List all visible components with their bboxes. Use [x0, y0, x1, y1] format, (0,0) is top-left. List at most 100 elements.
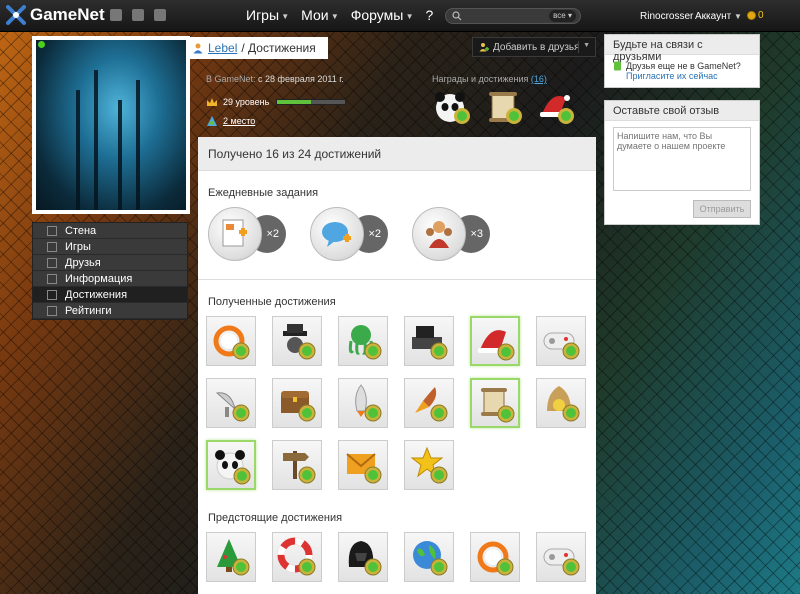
friends-icon	[47, 257, 57, 268]
achievement-badge[interactable]	[272, 440, 322, 490]
feedback-box: Оставьте свой отзыв Отправить	[604, 100, 760, 225]
chevron-down-icon: ▼	[403, 11, 414, 21]
daily-task[interactable]: ×2	[208, 207, 292, 261]
coin-icon	[747, 11, 756, 20]
achievements-summary: Получено 16 из 24 достижений	[198, 137, 596, 171]
achievement-badge[interactable]	[338, 378, 388, 428]
awards-count-link[interactable]: (16)	[531, 74, 547, 84]
add-friend-button[interactable]: Добавить в друзья ▼	[472, 37, 596, 57]
document-icon	[222, 219, 247, 247]
sidebar-item-achievements[interactable]: Достижения	[33, 287, 187, 303]
sidebar-item-friends[interactable]: Друзья	[33, 255, 187, 271]
account-menu[interactable]: Аккаунт ▼	[695, 11, 742, 22]
nav-games[interactable]: Игры ▼	[246, 7, 289, 23]
chat-icon[interactable]	[110, 9, 122, 21]
chevron-down-icon: ▾	[567, 11, 572, 20]
search-input[interactable]: все ▾	[445, 8, 581, 24]
inbox-icon[interactable]	[154, 9, 166, 21]
sidebar-item-info[interactable]: Информация	[33, 271, 187, 287]
nav-forums[interactable]: Форумы ▼	[351, 7, 414, 23]
achievement-badge[interactable]	[404, 378, 454, 428]
daily-task[interactable]: ×2	[310, 207, 394, 261]
envelope-icon	[346, 453, 382, 484]
achievement-badge[interactable]	[272, 316, 322, 366]
keyboard-icon	[412, 326, 448, 360]
chevron-down-icon[interactable]: ▼	[583, 42, 590, 49]
achievement-badge[interactable]	[470, 316, 520, 366]
achievement-badge[interactable]	[404, 440, 454, 490]
sidebar-item-games[interactable]: Игры	[33, 239, 187, 255]
achievement-badge[interactable]	[404, 532, 454, 582]
star-icon	[410, 446, 448, 484]
profile-name-link[interactable]: Lebel	[208, 41, 237, 55]
avatar-bamboo	[94, 70, 98, 210]
scroll-icon[interactable]	[484, 88, 526, 126]
achievement-badge[interactable]	[272, 378, 322, 428]
achievement-badge[interactable]	[536, 316, 586, 366]
received-section-title: Полученные достижения	[208, 296, 336, 308]
achievement-badge[interactable]	[470, 378, 520, 428]
chevron-down-icon: ▼	[328, 11, 339, 21]
username-link[interactable]: Rinocrosser	[640, 11, 693, 22]
member-since: В GameNet: с 28 февраля 2011 г.	[206, 74, 344, 84]
rank-link[interactable]: 2 место	[223, 116, 255, 126]
achievement-badge[interactable]	[536, 532, 586, 582]
upcoming-section-title: Предстоящие достижения	[208, 512, 343, 524]
satellite-dish-icon	[215, 392, 250, 422]
achievements-panel: Получено 16 из 24 достижений Ежедневные …	[198, 137, 596, 594]
fire-ring-icon	[477, 541, 514, 576]
achievement-badge[interactable]	[272, 532, 322, 582]
friends-box-title: Будьте на связи с друзьями	[605, 35, 759, 63]
achievement-badge[interactable]	[206, 316, 256, 366]
nav-my[interactable]: Мои ▼	[301, 7, 339, 23]
achievement-badge[interactable]	[206, 378, 256, 428]
chevron-down-icon: ▼	[279, 11, 290, 21]
lifebuoy-icon	[277, 537, 316, 576]
bell-icon	[547, 386, 580, 422]
coins-balance[interactable]: 0	[747, 10, 764, 21]
sidebar-item-wall[interactable]: Стена	[33, 223, 187, 239]
search-scope-select[interactable]: все ▾	[549, 10, 576, 22]
achievement-badge[interactable]	[338, 316, 388, 366]
feedback-textarea[interactable]	[613, 127, 751, 191]
nav-help[interactable]: ?	[425, 7, 433, 23]
avatar-bamboo	[136, 80, 140, 210]
christmas-tree-icon	[217, 539, 250, 576]
santa-hat-icon[interactable]	[536, 88, 578, 126]
panda-icon	[215, 450, 251, 485]
daily-task[interactable]: ×3	[412, 207, 496, 261]
globe-icon	[413, 541, 448, 576]
achievement-badge[interactable]	[404, 316, 454, 366]
rocket-launch-icon	[415, 387, 448, 422]
online-status-dot	[38, 41, 45, 48]
avatar[interactable]	[36, 40, 186, 210]
achievement-badge[interactable]	[536, 378, 586, 428]
wall-icon	[47, 225, 57, 236]
achievement-badge[interactable]	[206, 440, 256, 490]
achievement-badge[interactable]	[338, 532, 388, 582]
sidebar-item-ratings[interactable]: Рейтинги	[33, 303, 187, 319]
send-feedback-button[interactable]: Отправить	[693, 200, 751, 218]
phone-icon	[614, 61, 621, 71]
award-thumbnails	[432, 88, 578, 126]
invite-friends-link[interactable]: Пригласите их сейчас	[626, 71, 718, 81]
rank-icon	[207, 116, 217, 126]
section-title: / Достижения	[241, 41, 316, 55]
panda-icon[interactable]	[432, 88, 474, 126]
logo[interactable]: GameNet	[6, 5, 105, 25]
signpost-icon	[283, 451, 316, 484]
speech-bubble-icon	[322, 222, 351, 247]
gamepad-icon	[543, 332, 580, 360]
avatar-bamboo	[118, 100, 122, 210]
level-progress-bar	[276, 99, 346, 105]
camera-icon[interactable]	[132, 9, 144, 21]
profile-menu: Стена Игры Друзья Информация Достижения …	[32, 222, 188, 320]
treasure-chest-icon	[281, 391, 316, 422]
achievement-badge[interactable]	[338, 440, 388, 490]
gamepad-icon	[47, 241, 57, 252]
avatar-bamboo	[76, 90, 80, 210]
upcoming-achievements-grid	[198, 532, 596, 582]
top-bar: GameNet Игры ▼ Мои ▼ Форумы ▼ ? все ▾ Ri…	[0, 0, 800, 32]
achievement-badge[interactable]	[206, 532, 256, 582]
achievement-badge[interactable]	[470, 532, 520, 582]
